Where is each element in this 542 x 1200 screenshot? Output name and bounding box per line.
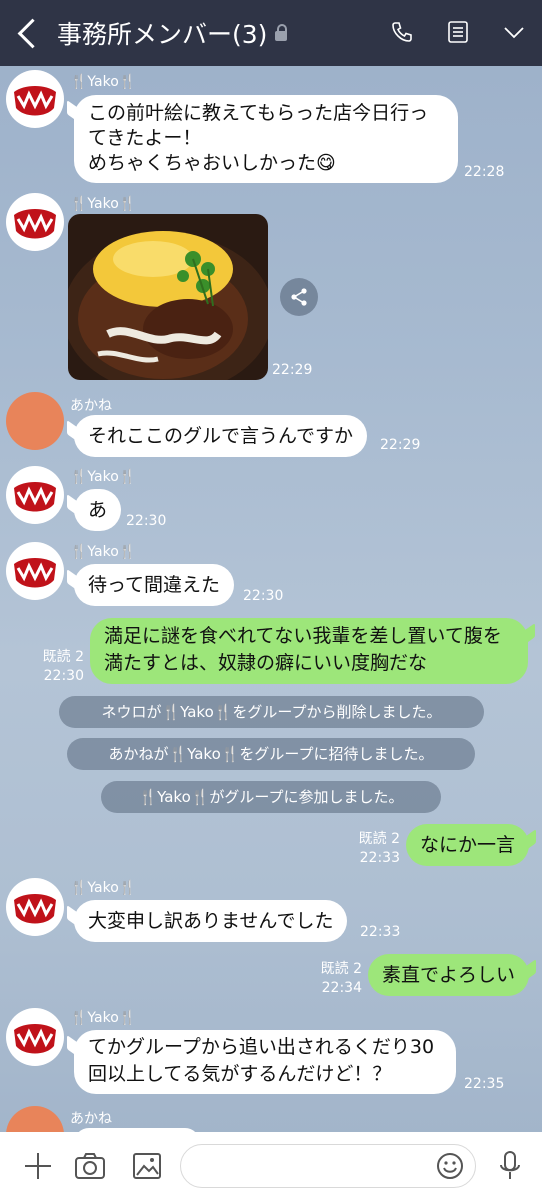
group-name: 事務所メンバー(3) [57,20,268,49]
my-message-bubble[interactable]: なにか一言 [406,824,530,866]
avatar[interactable] [6,542,64,600]
timestamp: 22:33 [359,850,400,866]
timestamp: 22:30 [126,513,167,529]
timestamp: 22:30 [243,588,284,604]
notes-icon[interactable] [444,18,472,46]
mic-icon[interactable] [494,1150,526,1182]
message-text: なにか一言 [420,834,516,856]
chevron-down-icon[interactable] [500,18,528,46]
sender-name: あかね [70,1111,112,1127]
timestamp: 22:35 [464,1076,505,1092]
avatar[interactable] [6,70,64,128]
timestamp: 22:29 [380,437,421,453]
image-icon[interactable] [131,1150,163,1182]
read-receipt: 既読 2 22:34 [310,960,362,998]
sender-name: 🍴Yako🍴 [70,880,137,896]
read-status: 既読 2 [320,961,362,977]
share-icon[interactable] [280,278,318,316]
message-line: てかグループから追い出されるくだり30 [88,1036,435,1058]
message-bubble[interactable]: 大変申し訳ありませんでした [74,900,348,942]
plus-icon[interactable] [22,1150,54,1182]
read-status: 既読 2 [42,649,84,665]
sender-name: 🍴Yako🍴 [70,469,137,485]
message-bubble[interactable]: それここのグルで言うんですか [74,415,368,457]
my-message-bubble[interactable]: 素直でよろしい [368,954,530,996]
message-line: この前叶絵に教えてもらった店今日行っ [88,102,429,124]
message-line: 満足に謎を食べれてない我輩を差し置いて腹を [104,625,502,647]
message-text: 素直でよろしい [382,964,516,986]
message-text: 大変申し訳ありませんでした [88,910,334,932]
timestamp: 22:28 [464,164,505,180]
camera-icon[interactable] [74,1150,106,1182]
message-text: 待って間違えた [88,574,221,596]
message-text: あ [88,499,108,521]
avatar[interactable] [6,878,64,936]
lock-icon [275,24,288,41]
emoji-icon[interactable] [435,1151,465,1181]
sender-name: 🍴Yako🍴 [70,74,137,90]
message-line: 回以上してる気がするんだけど！？ [88,1063,392,1085]
chat-header: 事務所メンバー(3) [0,0,542,66]
message-bubble[interactable]: 待って間違えた [74,564,235,606]
message-line: めちゃくちゃおいしかった😋 [88,152,336,174]
timestamp: 22:30 [43,668,84,684]
timestamp: 22:29 [272,362,313,378]
message-bubble[interactable]: あ [74,489,122,531]
system-message: ネウロが🍴Yako🍴をグループから削除しました。 [59,696,484,728]
timestamp: 22:33 [360,924,401,940]
sender-name: 🍴Yako🍴 [70,196,137,212]
timestamp: 22:34 [321,980,362,996]
my-message-bubble[interactable]: 満足に謎を食べれてない我輩を差し置いて腹を 満たすとは、奴隷の癖にいい度胸だな [90,618,528,684]
back-icon[interactable] [17,18,48,48]
sender-name: あかね [70,398,112,414]
photo-message[interactable] [68,214,268,380]
avatar[interactable] [6,392,64,450]
read-receipt: 既読 2 22:30 [34,648,84,686]
sender-name: 🍴Yako🍴 [70,544,137,560]
avatar[interactable] [6,1008,64,1066]
chat-title: 事務所メンバー(3) [57,15,288,51]
message-line: 満たすとは、奴隷の癖にいい度胸だな [104,652,428,674]
message-input[interactable] [180,1144,476,1188]
avatar[interactable] [6,193,64,251]
avatar[interactable] [6,466,64,524]
input-bar [0,1132,542,1200]
phone-icon[interactable] [388,18,416,46]
message-bubble[interactable]: この前叶絵に教えてもらった店今日行っ てきたよー！ めちゃくちゃおいしかった😋 [74,95,458,183]
system-message: あかねが🍴Yako🍴をグループに招待しました。 [67,738,475,770]
read-status: 既読 2 [358,831,400,847]
message-line: てきたよー！ [88,127,202,149]
system-message: 🍴Yako🍴がグループに参加しました。 [101,781,441,813]
sender-name: 🍴Yako🍴 [70,1010,137,1026]
message-bubble[interactable]: てかグループから追い出されるくだり30 回以上してる気がするんだけど！？ [74,1030,456,1094]
message-text: それここのグルで言うんですか [88,425,354,447]
read-receipt: 既読 2 22:33 [348,830,400,868]
